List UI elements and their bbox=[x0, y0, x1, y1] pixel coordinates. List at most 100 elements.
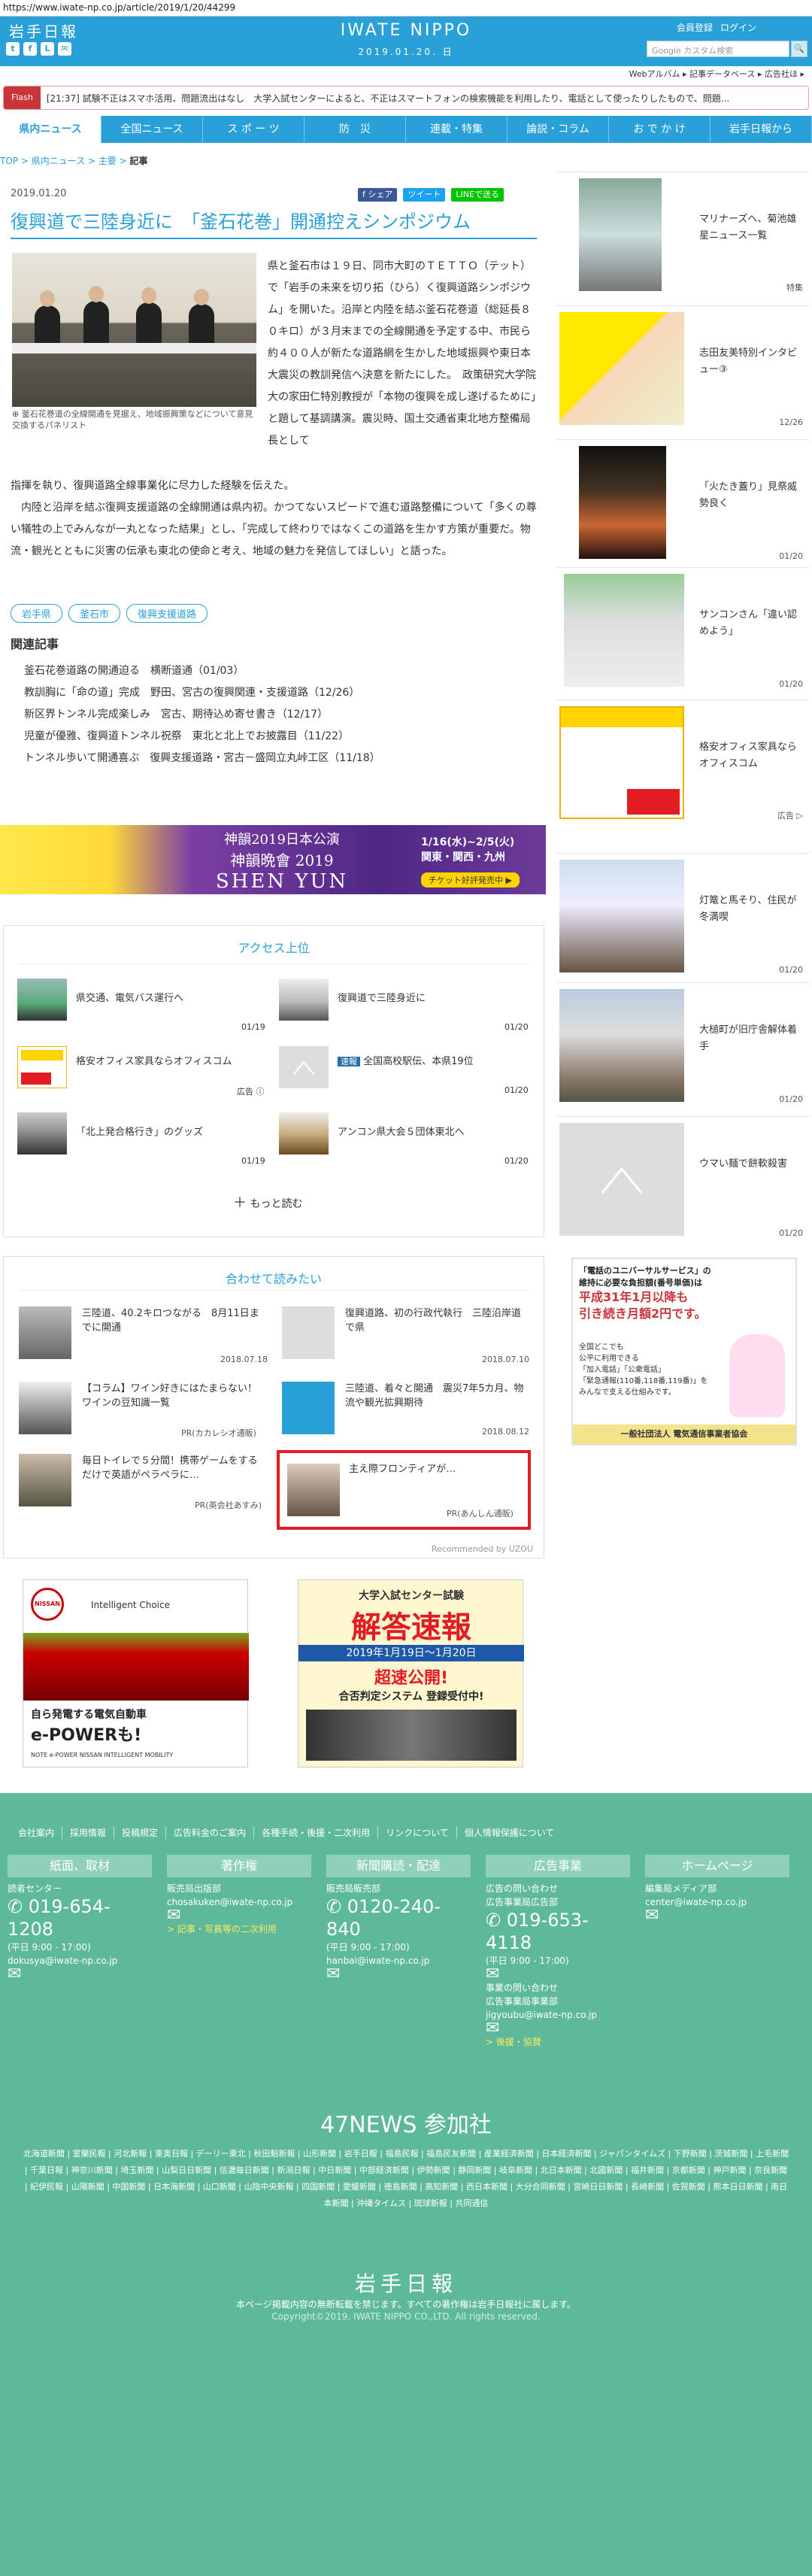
sidebar-title[interactable]: サンコンさん「違い認めよう」 bbox=[699, 607, 804, 640]
footer-link[interactable]: リンクについて bbox=[378, 1826, 457, 1839]
mail-icon[interactable]: ✉ bbox=[486, 2020, 630, 2037]
sub-links[interactable]: Webアルバム ▸ 記事データベース ▸ 広告社ほ ▸ bbox=[586, 68, 804, 80]
article-thumbnail[interactable] bbox=[19, 1454, 71, 1506]
phone-text[interactable]: 0120-240-840 bbox=[326, 1896, 441, 1940]
related-item[interactable]: 教訓胸に「命の道」完成 野田、宮古の復興関連・支援道路（12/26） bbox=[24, 682, 380, 704]
access-item[interactable]: 速報 全国高校駅伝、本県19位 bbox=[338, 1055, 526, 1069]
recommended-by[interactable]: Recommended by UZOU bbox=[432, 1544, 533, 1554]
related-item[interactable]: 児童が優雅、復興道トンネル祝祭 東北と北上でお披露目（11/22） bbox=[24, 726, 380, 748]
article-thumbnail[interactable] bbox=[279, 979, 329, 1021]
article-photo[interactable] bbox=[12, 253, 256, 407]
search-button[interactable]: 🔍 bbox=[791, 41, 807, 57]
tag-iwate[interactable]: 岩手県 bbox=[11, 604, 63, 623]
mail-icon[interactable]: ✉ bbox=[645, 1907, 789, 1924]
footer-mail[interactable]: jigyoubu@iwate-np.co.jp bbox=[486, 2008, 630, 2022]
sidebar-article[interactable]: 大槌町が旧庁舎解体着手 01/20 bbox=[556, 982, 809, 1109]
nav-column[interactable]: 論説・コラム bbox=[508, 116, 609, 143]
sidebar-article[interactable]: 志田友美特別インタビュー③ 12/26 bbox=[556, 305, 809, 432]
facebook-share-button[interactable]: f シェア bbox=[358, 188, 398, 202]
news47-papers[interactable]: 北海道新聞 | 室蘭民報 | 河北新報 | 東奥日報 | デーリー東北 | 秋田… bbox=[23, 2146, 789, 2212]
also-item[interactable]: 三陸道、着々と開通 震災7年5カ月、物流や観光拡興期待 bbox=[345, 1382, 526, 1410]
line-share-button[interactable]: LINEで送る bbox=[451, 188, 504, 202]
access-item[interactable]: 格安オフィス家具ならオフィスコム bbox=[76, 1055, 256, 1069]
login-link[interactable]: ログイン bbox=[720, 21, 756, 34]
browser-url[interactable]: https://www.iwate-np.co.jp/article/2019/… bbox=[0, 0, 812, 17]
article-thumbnail[interactable] bbox=[287, 1464, 340, 1516]
iwate-placeholder-image[interactable] bbox=[282, 1382, 335, 1434]
nav-sports[interactable]: ス ポ ー ツ bbox=[203, 116, 304, 143]
sidebar-thumbnail[interactable] bbox=[579, 446, 666, 559]
sidebar-article[interactable]: マリナーズへ、菊池雄星ニュース一覧 特集 bbox=[556, 171, 809, 298]
nissan-ad[interactable]: NISSAN Intelligent Choice 自ら発電する電気自動車 e-… bbox=[23, 1579, 249, 1767]
nav-outing[interactable]: お で か け bbox=[609, 116, 710, 143]
footer-logo[interactable]: 岩手日報 bbox=[0, 2268, 812, 2298]
nav-disaster[interactable]: 防 災 bbox=[304, 116, 406, 143]
nav-local-news[interactable]: 県内ニュース bbox=[0, 116, 102, 143]
article-thumbnail[interactable] bbox=[17, 1046, 67, 1088]
footer-link[interactable]: 個人情報保護について bbox=[457, 1826, 562, 1839]
flash-text[interactable]: [21:37] 試験不正はスマホ活用、問題流出はなし 大学入試センターによると、… bbox=[47, 92, 729, 105]
sidebar-thumbnail[interactable] bbox=[579, 178, 662, 291]
sidebar-article[interactable]: 「火たき蓋り」見祭威勢良く 01/20 bbox=[556, 439, 809, 566]
footer-link[interactable]: 会社案内 bbox=[11, 1826, 63, 1839]
highlighted-ad[interactable]: 主え際フロンティアが… PR(あんしん通販) bbox=[277, 1450, 531, 1530]
footer-mail[interactable]: hanbai@iwate-np.co.jp bbox=[326, 1954, 471, 1968]
footer-link[interactable]: 投稿規定 bbox=[114, 1826, 167, 1839]
sidebar-title[interactable]: 「火たき蓋り」見祭威勢良く bbox=[699, 479, 804, 512]
article-thumbnail[interactable] bbox=[19, 1306, 71, 1359]
crumb-local[interactable]: 県内ニュース bbox=[32, 156, 85, 166]
nav-series[interactable]: 連載・特集 bbox=[406, 116, 508, 143]
related-item[interactable]: 釜石花巻道路の開通迫る 横断道通（01/03） bbox=[24, 660, 380, 682]
sidebar-thumbnail[interactable] bbox=[559, 706, 684, 819]
access-item[interactable]: アンコン県大会５団体東北へ bbox=[338, 1126, 526, 1139]
register-link[interactable]: 会員登録 bbox=[677, 21, 713, 34]
sidebar-article[interactable]: サンコンさん「違い認めよう」 01/20 bbox=[556, 567, 809, 693]
search-input[interactable]: Google カスタム検索 bbox=[647, 41, 789, 57]
access-item-text[interactable]: 全国高校駅伝、本県19位 bbox=[363, 1056, 474, 1067]
phone-text[interactable]: 019-654-1208 bbox=[8, 1896, 111, 1940]
phone-number[interactable]: ✆ 019-653-4118 bbox=[486, 1909, 630, 1954]
twitter-icon[interactable]: t bbox=[6, 42, 20, 56]
iwate-placeholder-image[interactable] bbox=[279, 1046, 329, 1088]
article-thumbnail[interactable] bbox=[279, 1112, 329, 1154]
mail-icon[interactable]: ✉ bbox=[8, 1966, 152, 1983]
sidebar-article[interactable]: 灯篭と馬そり、住民が冬満喫 01/20 bbox=[556, 853, 809, 979]
sidebar-title[interactable]: 格安オフィス家具ならオフィスコム bbox=[699, 739, 804, 772]
site-logo[interactable]: 岩手日報 bbox=[9, 20, 78, 41]
footer-link[interactable]: 採用情報 bbox=[62, 1826, 115, 1839]
sidebar-thumbnail[interactable] bbox=[559, 312, 684, 425]
phone-number[interactable]: ✆ 0120-240-840 bbox=[326, 1895, 471, 1940]
more-label[interactable]: もっと読む bbox=[250, 1198, 302, 1210]
nav-national-news[interactable]: 全国ニュース bbox=[102, 116, 203, 143]
sidebar-title[interactable]: マリナーズへ、菊池雄星ニュース一覧 bbox=[699, 211, 804, 244]
brand-name[interactable]: IWATE NIPPO bbox=[331, 21, 481, 40]
mail-icon[interactable]: ✉ bbox=[167, 1907, 311, 1924]
access-item[interactable]: 県交通、電気バス運行へ bbox=[76, 992, 249, 1006]
article-thumbnail[interactable] bbox=[17, 1112, 67, 1154]
ticket-button[interactable]: チケット好評発売中 ▶ bbox=[421, 872, 520, 887]
also-item[interactable]: 三陸道、40.2キロつながる 8月11日までに開通 bbox=[82, 1306, 262, 1335]
tweet-button[interactable]: ツイート bbox=[403, 188, 446, 202]
mail-icon[interactable]: ✉ bbox=[326, 1966, 471, 1983]
sidebar-title[interactable]: 灯篭と馬そり、住民が冬満喫 bbox=[699, 893, 804, 926]
sidebar-title[interactable]: ウマい麺で餅軟殺害 bbox=[699, 1156, 804, 1173]
tag-kamaishi[interactable]: 釜石市 bbox=[68, 604, 121, 623]
sidebar-title[interactable]: 大槌町が旧庁舎解体着手 bbox=[699, 1022, 804, 1055]
sidebar-thumbnail[interactable] bbox=[559, 989, 684, 1102]
line-icon[interactable]: L bbox=[41, 42, 54, 56]
access-item[interactable]: 「北上発合格行き」のグッズ bbox=[76, 1126, 256, 1139]
sidebar-thumbnail[interactable] bbox=[559, 860, 684, 972]
phone-number[interactable]: ✆ 019-654-1208 bbox=[8, 1895, 152, 1940]
footer-link[interactable]: 各種手続・後援・二次利用 bbox=[254, 1826, 379, 1839]
access-item[interactable]: 復興道で三陸身近に bbox=[338, 992, 526, 1006]
facebook-icon[interactable]: f bbox=[23, 42, 37, 56]
related-item[interactable]: 新区界トンネル完成楽しみ 宮古、期待込め寄せ書き（12/17） bbox=[24, 704, 380, 726]
sidebar-ad[interactable]: 格安オフィス家具ならオフィスコム 広告 ▷ bbox=[556, 699, 809, 826]
sidebar-thumbnail[interactable] bbox=[564, 574, 684, 687]
crumb-top[interactable]: TOP bbox=[0, 156, 18, 166]
exam-ad[interactable]: 大学入試センター試験 解答速報 2019年1月19日〜1月20日 超速公開! 合… bbox=[298, 1579, 524, 1767]
news47-title[interactable]: 47NEWS 参加社 bbox=[0, 2106, 812, 2139]
article-thumbnail[interactable] bbox=[17, 979, 67, 1021]
phone-text[interactable]: 019-653-4118 bbox=[486, 1910, 589, 1953]
sidebar-article[interactable]: ウマい麺で餅軟殺害 01/20 bbox=[556, 1116, 809, 1242]
